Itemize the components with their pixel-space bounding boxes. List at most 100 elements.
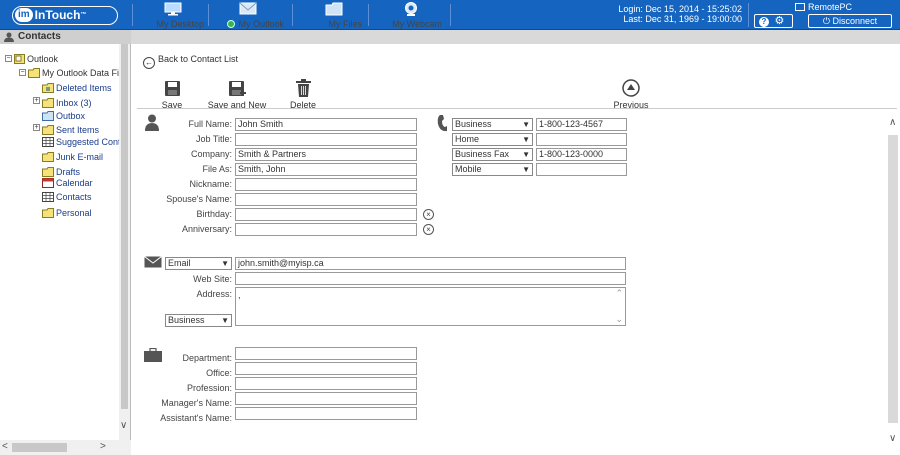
nav-separator [368, 4, 369, 26]
expand-toggle[interactable]: + [33, 97, 40, 104]
address-textarea[interactable]: , ⌃ ⌄ [235, 287, 626, 326]
phone-field-2[interactable] [536, 133, 627, 146]
form-vertical-scrollbar[interactable]: ∧ ∨ [886, 111, 900, 455]
nickname-field[interactable] [235, 178, 417, 191]
chevron-down-icon[interactable]: ⌄ [615, 314, 623, 325]
nav-my-webcam[interactable]: My Webcam [380, 2, 442, 29]
company-field[interactable]: Smith & Partners [235, 148, 417, 161]
phone-field-4[interactable] [536, 163, 627, 176]
arrow-up-circle-icon [611, 77, 651, 97]
chevron-down-icon[interactable]: ∨ [889, 433, 896, 444]
help-icon[interactable]: ? [759, 17, 769, 27]
collapse-toggle[interactable]: − [5, 55, 12, 62]
back-to-contact-list-link[interactable]: ← Back to Contact List [143, 54, 238, 69]
sent-folder-icon [42, 125, 54, 137]
webcam-icon [403, 2, 419, 19]
help-settings-group: ? ⚙ [754, 14, 793, 28]
title-band [0, 30, 900, 44]
phone-type-select-2[interactable]: Home ▼ [452, 133, 533, 146]
phone-field-3[interactable]: 1-800-123-0000 [536, 148, 627, 161]
tree-data-file[interactable]: My Outlook Data Fi [28, 68, 119, 80]
monitor-icon [164, 2, 182, 18]
nav-my-files[interactable]: My Files [306, 2, 362, 29]
nav-separator [748, 3, 749, 27]
delete-button[interactable]: Delete [287, 77, 319, 110]
floppy-disk-plus-icon [206, 77, 268, 97]
disconnect-button[interactable]: ⏻ Disconnect [808, 14, 892, 28]
outlook-folder-icon [14, 54, 25, 66]
anniversary-field[interactable] [235, 223, 417, 236]
office-label: Office: [206, 368, 232, 378]
chevron-down-icon: ▼ [522, 150, 530, 159]
job-title-field[interactable] [235, 133, 417, 146]
tree-item-inbox[interactable]: Inbox (3) [42, 98, 92, 110]
nav-separator [450, 4, 451, 26]
chevron-up-icon[interactable]: ⌃ [615, 288, 623, 299]
sidebar-horizontal-scrollbar[interactable]: < > [0, 440, 131, 455]
intouch-logo[interactable]: im InTouch™ [12, 6, 118, 25]
tree-item-junk-email[interactable]: Junk E-mail [42, 152, 103, 164]
chevron-down-icon: ▼ [221, 259, 229, 268]
clear-anniversary-icon[interactable]: × [423, 224, 434, 235]
save-and-new-button[interactable]: Save and New [206, 77, 268, 110]
contact-form: Full Name: John Smith Job Title: Company… [131, 111, 886, 455]
floppy-disk-icon [159, 77, 185, 97]
gear-icon[interactable]: ⚙ [775, 15, 785, 27]
arrow-left-icon: ← [143, 57, 155, 69]
tree-item-personal[interactable]: Personal [42, 208, 92, 220]
phone-type-select-1[interactable]: Business ▼ [452, 118, 533, 131]
address-type-select[interactable]: Business ▼ [165, 314, 232, 327]
folder-icon [28, 68, 40, 80]
save-button[interactable]: Save [159, 77, 185, 110]
envelope-icon [239, 2, 257, 18]
web-site-field[interactable] [235, 272, 626, 285]
folder-tree-panel: − Outlook − My Outlook Data Fi Deleted I… [0, 44, 131, 455]
sidebar-vertical-scrollbar[interactable]: ∨ [119, 44, 130, 440]
outbox-folder-icon [42, 111, 54, 123]
email-type-select[interactable]: Email ▼ [165, 257, 232, 270]
address-label: Address: [196, 289, 232, 299]
scrollbar-thumb[interactable] [12, 443, 67, 452]
trash-folder-icon [42, 83, 54, 95]
envelope-icon [144, 256, 162, 270]
tree-item-outbox[interactable]: Outbox [42, 111, 85, 123]
tree-root-outlook[interactable]: Outlook [14, 54, 58, 66]
department-label: Department: [182, 353, 232, 363]
chevron-up-icon[interactable]: ∧ [889, 117, 896, 128]
tree-item-sent-items[interactable]: Sent Items [42, 125, 99, 137]
file-as-field[interactable]: Smith, John [235, 163, 417, 176]
web-site-label: Web Site: [193, 274, 232, 284]
chevron-right-icon[interactable]: > [100, 441, 106, 452]
nav-separator [132, 4, 133, 26]
tree-item-deleted-items[interactable]: Deleted Items [42, 83, 112, 95]
tree-item-calendar[interactable]: Calendar [42, 178, 93, 190]
phone-type-select-3[interactable]: Business Fax ▼ [452, 148, 533, 161]
expand-toggle[interactable]: + [33, 124, 40, 131]
nav-my-outlook[interactable]: My Outlook [212, 2, 284, 29]
manager-name-label: Manager's Name: [161, 398, 232, 408]
spouse-name-field[interactable] [235, 193, 417, 206]
tree-item-contacts[interactable]: Contacts [42, 192, 92, 204]
office-field[interactable] [235, 362, 417, 375]
department-field[interactable] [235, 347, 417, 360]
last-login-time: Last: Dec 31, 1969 - 19:00:00 [623, 14, 742, 24]
previous-button[interactable]: Previous [611, 77, 651, 110]
manager-name-field[interactable] [235, 392, 417, 405]
scrollbar-thumb[interactable] [888, 135, 898, 423]
birthday-field[interactable] [235, 208, 417, 221]
nav-my-desktop[interactable]: My Desktop [142, 2, 204, 29]
chevron-left-icon[interactable]: < [2, 441, 8, 452]
email-field[interactable]: john.smith@myisp.ca [235, 257, 626, 270]
phone-type-select-4[interactable]: Mobile ▼ [452, 163, 533, 176]
full-name-field[interactable]: John Smith [235, 118, 417, 131]
clear-birthday-icon[interactable]: × [423, 209, 434, 220]
tree-item-suggested-contacts[interactable]: Suggested Cont [42, 137, 121, 149]
profession-field[interactable] [235, 377, 417, 390]
chevron-down-icon[interactable]: ∨ [120, 420, 127, 431]
collapse-toggle[interactable]: − [19, 69, 26, 76]
scrollbar-thumb[interactable] [121, 44, 128, 409]
assistant-name-field[interactable] [235, 407, 417, 420]
chevron-down-icon: ▼ [221, 316, 229, 325]
junk-folder-icon [42, 152, 54, 164]
phone-field-1[interactable]: 1-800-123-4567 [536, 118, 627, 131]
